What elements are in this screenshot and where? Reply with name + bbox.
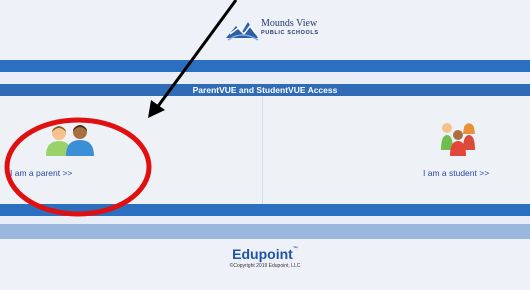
edupoint-name: Edupoint (232, 246, 293, 262)
logo-tagline: PUBLIC SCHOOLS (261, 30, 319, 36)
top-band (0, 60, 530, 72)
bottom-band (0, 204, 530, 216)
mounds-view-logo-icon (226, 22, 259, 41)
header: Mounds View PUBLIC SCHOOLS (0, 0, 530, 60)
spacer-bottom (0, 216, 530, 224)
spacer (0, 72, 530, 84)
logo-name: Mounds View (261, 18, 318, 29)
light-band (0, 224, 530, 239)
parent-icon[interactable] (42, 124, 100, 156)
parent-link[interactable]: I am a parent >> (10, 168, 72, 178)
login-page: Mounds View PUBLIC SCHOOLS ParentVUE and… (0, 0, 530, 290)
access-title: ParentVUE and StudentVUE Access (0, 84, 530, 96)
copyright-text: ©Copyright 2019 Edupoint, LLC (229, 263, 301, 269)
trademark-mark: ™ (292, 246, 298, 252)
panel-divider (262, 96, 263, 204)
district-logo: Mounds View PUBLIC SCHOOLS (224, 16, 324, 42)
student-icon[interactable] (434, 120, 482, 156)
edupoint-logo: Edupoint™ (0, 246, 530, 262)
student-link[interactable]: I am a student >> (423, 168, 489, 178)
